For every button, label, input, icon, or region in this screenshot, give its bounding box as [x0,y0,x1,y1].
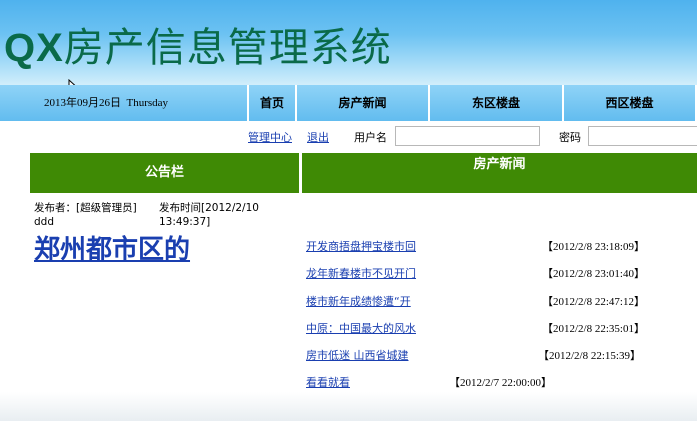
news-item-date: 【2012/2/8 23:18:09】 [542,241,645,253]
news-heading: 房产新闻 [302,153,697,193]
news-item-title[interactable]: 房市低迷 山西省城建 [306,349,409,362]
notice-meta: 发布者：[超级管理员] ddd 发布时间[2012/2/10 13:49:37] [34,201,274,229]
news-item-date: 【2012/2/8 22:15:39】 [538,350,641,362]
nav-date-text: 2013年09月26日 [44,97,121,109]
site-title: QX房产信息管理系统 [4,20,392,76]
notice-time: 发布时间[2012/2/10 13:49:37] [159,201,259,229]
news-item: 楼市新年成绩惨遭“开 【2012/2/8 22:47:12】 [306,294,645,310]
news-item-date: 【2012/2/8 22:47:12】 [542,296,645,308]
news-item-title[interactable]: 开发商捂盘押宝楼市回 [306,240,416,253]
notice-board-heading: 公告栏 [30,153,299,193]
nav-item-east-district[interactable]: 东区楼盘 [430,85,562,121]
main-nav: 2013年09月26日 Thursday 首页 房产新闻 东区楼盘 西区楼盘 [0,85,697,121]
username-label: 用户名 [354,131,387,144]
news-item-date: 【2012/2/8 23:01:40】 [542,268,645,280]
notice-headline-link[interactable]: 郑州都市区的 [34,233,190,267]
news-item-date: 【2012/2/7 22:00:00】 [449,377,552,389]
news-item-date: 【2012/2/8 22:35:01】 [542,323,645,335]
nav-date: 2013年09月26日 Thursday [44,85,168,121]
admin-center-link[interactable]: 管理中心 [248,127,292,149]
notice-time-line2: 13:49:37] [159,216,211,228]
notice-time-line1: 发布时间[2012/2/10 [159,202,259,214]
news-item: 看看就看 【2012/2/7 22:00:00】 [306,375,552,391]
logout-link[interactable]: 退出 [307,127,329,149]
password-input[interactable] [588,126,697,146]
bottom-shade [0,392,697,421]
site-header: QX房产信息管理系统 [0,0,697,85]
news-item: 龙年新春楼市不见开门 【2012/2/8 23:01:40】 [306,266,645,282]
nav-weekday: Thursday [126,97,169,109]
news-item-title[interactable]: 楼市新年成绩惨遭“开 [306,295,411,308]
password-label: 密码 [559,131,581,144]
news-item: 开发商捂盘押宝楼市回 【2012/2/8 23:18:09】 [306,239,645,255]
news-item: 房市低迷 山西省城建 【2012/2/8 22:15:39】 [306,348,641,364]
news-item-title[interactable]: 中原：中国最大的风水 [306,322,416,335]
username-input[interactable] [395,126,540,146]
news-item-title[interactable]: 看看就看 [306,376,350,389]
site-title-cjk: 房产信息管理系统 [63,25,392,71]
site-title-latin: QX [4,26,64,70]
nav-item-west-district[interactable]: 西区楼盘 [564,85,695,121]
nav-item-news[interactable]: 房产新闻 [297,85,428,121]
news-item: 中原：中国最大的风水 【2012/2/8 22:35:01】 [306,321,645,337]
news-item-title[interactable]: 龙年新春楼市不见开门 [306,267,416,280]
nav-item-home[interactable]: 首页 [249,85,295,121]
